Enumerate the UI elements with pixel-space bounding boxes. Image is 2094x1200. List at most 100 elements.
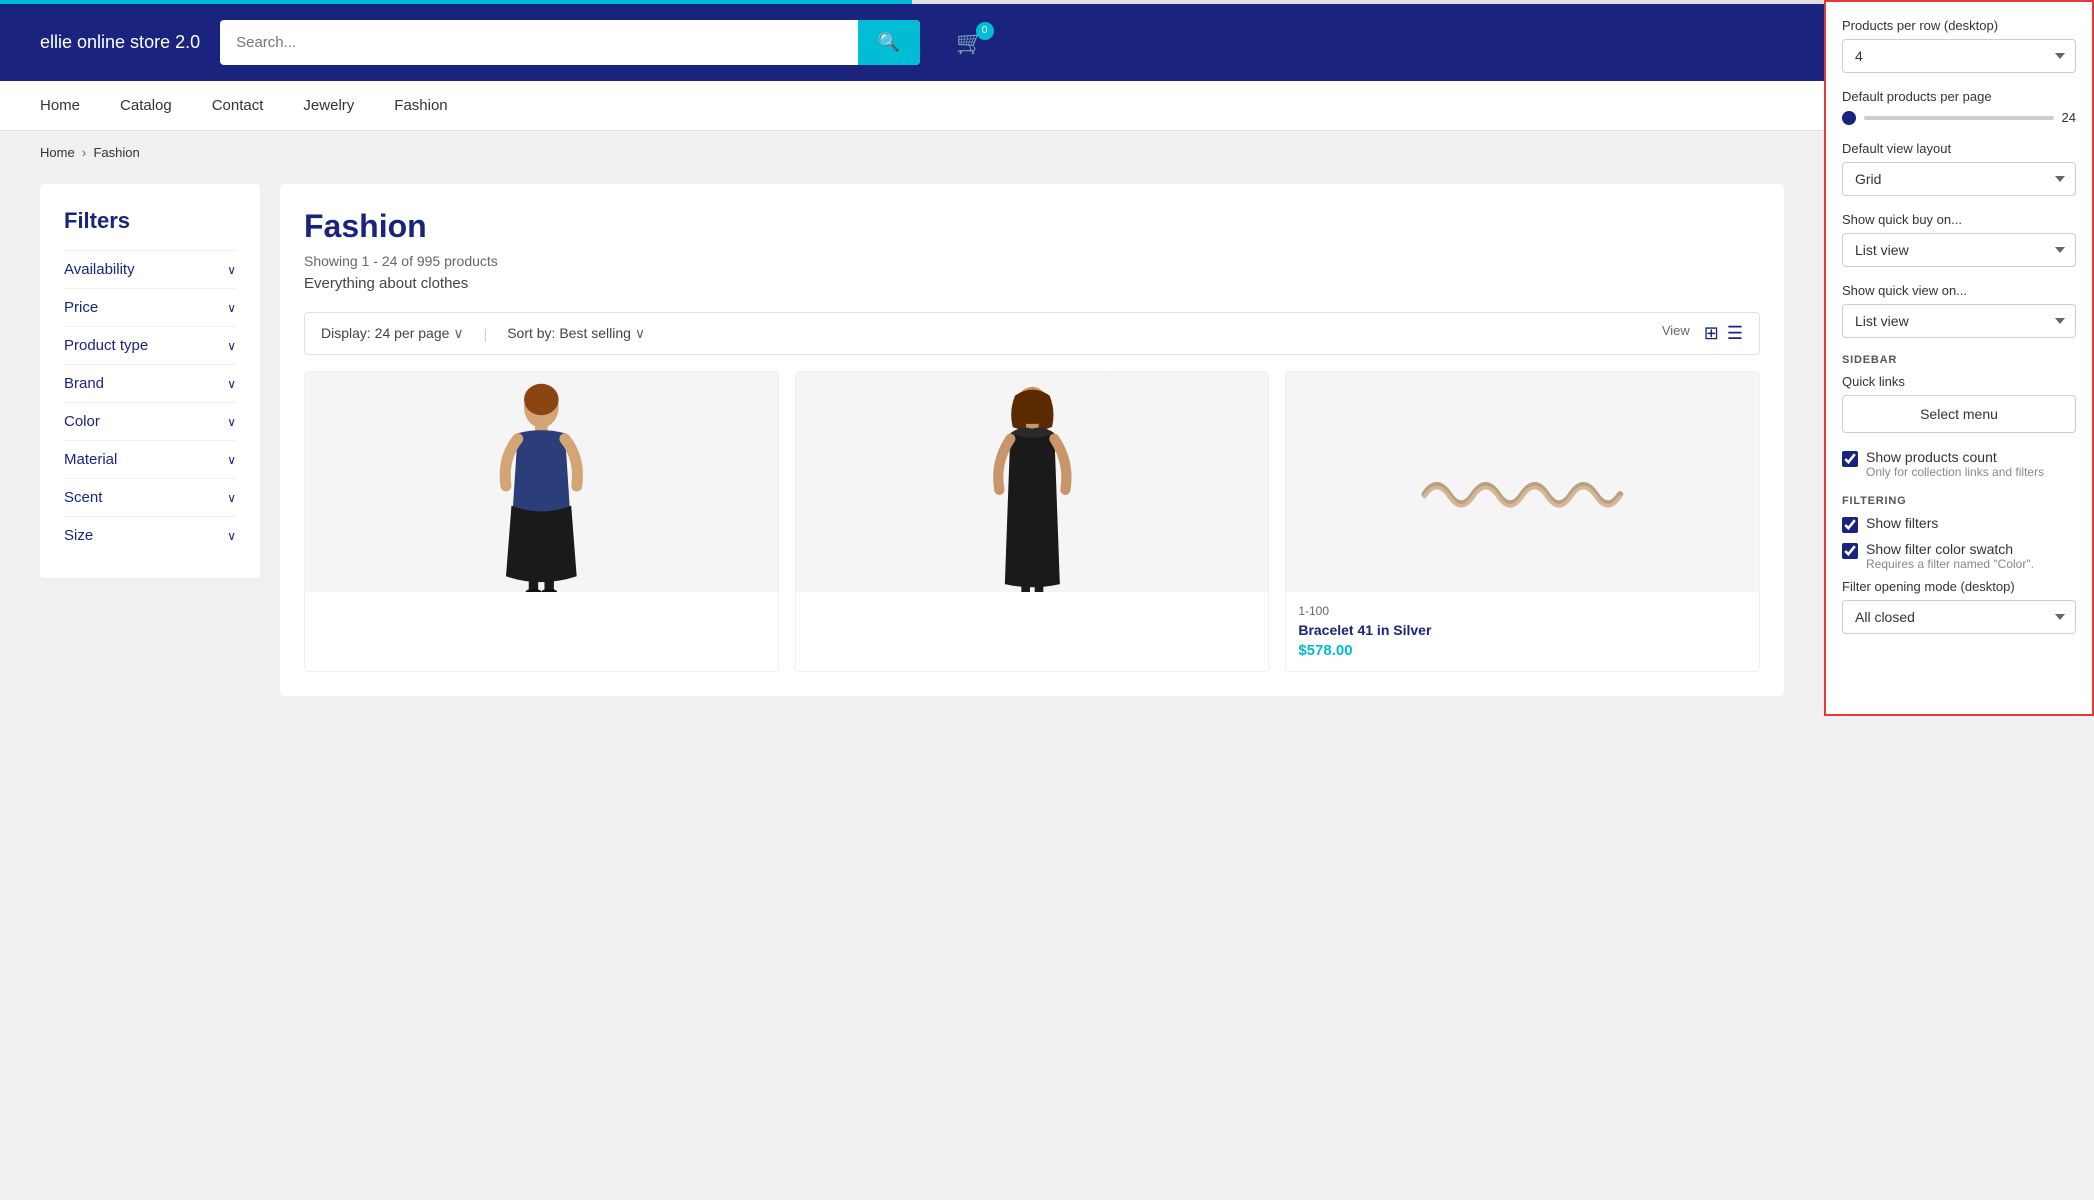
grid-view-icon[interactable]: ⊞ (1704, 323, 1719, 344)
filters-title: Filters (64, 208, 236, 234)
show-filter-color-swatch-label: Show filter color swatch (1866, 541, 2034, 557)
view-icons: View ⊞ ☰ (1662, 323, 1743, 344)
filter-opening-mode-label: Filter opening mode (desktop) (1842, 579, 2076, 594)
filter-opening-mode-select[interactable]: All closed All open First open (1842, 600, 2076, 634)
filter-product-type-label: Product type (64, 337, 148, 354)
show-products-count-label: Show products count (1866, 449, 2044, 465)
nav-catalog[interactable]: Catalog (120, 81, 172, 130)
search-bar: 🔍 (220, 20, 920, 65)
sort-label[interactable]: Sort by: Best selling ∨ (507, 325, 645, 342)
slider-thumb (1842, 111, 1856, 125)
display-label[interactable]: Display: 24 per page ∨ (321, 325, 464, 342)
breadcrumb-home[interactable]: Home (40, 145, 75, 160)
show-filters-label: Show filters (1866, 515, 1938, 531)
show-products-count-row: Show products count Only for collection … (1842, 449, 2076, 479)
show-filters-row: Show filters (1842, 515, 2076, 533)
store-header: ellie online store 2.0 🔍 🛒 0 (0, 4, 1824, 81)
filter-color-chevron: ∨ (227, 415, 236, 429)
filter-availability-label: Availability (64, 261, 135, 278)
filter-material-chevron: ∨ (227, 453, 236, 467)
filter-price[interactable]: Price ∨ (64, 288, 236, 326)
filter-opening-mode-group: Filter opening mode (desktop) All closed… (1842, 579, 2076, 634)
breadcrumb: Home › Fashion (0, 131, 1824, 174)
list-view-icon[interactable]: ☰ (1727, 323, 1743, 344)
slider-row: 24 (1842, 110, 2076, 125)
product-name-3[interactable]: Bracelet 41 in Silver (1298, 622, 1747, 638)
filter-color[interactable]: Color ∨ (64, 402, 236, 440)
nav-fashion[interactable]: Fashion (394, 81, 447, 130)
show-filter-color-swatch-row: Show filter color swatch Requires a filt… (1842, 541, 2076, 571)
product-image-3 (1286, 372, 1759, 592)
select-menu-button[interactable]: Select menu (1842, 395, 2076, 433)
quick-view-group: Show quick view on... List view All view… (1842, 283, 2076, 338)
quick-buy-label: Show quick buy on... (1842, 212, 2076, 227)
show-products-count-text: Show products count Only for collection … (1866, 449, 2044, 479)
show-filters-checkbox[interactable] (1842, 517, 1858, 533)
filter-color-label: Color (64, 413, 100, 430)
view-label: View (1662, 323, 1690, 344)
product-image-1 (305, 372, 778, 592)
filter-brand-label: Brand (64, 375, 104, 392)
default-per-page-group: Default products per page 24 (1842, 89, 2076, 125)
products-count: Showing 1 - 24 of 995 products (304, 253, 1760, 269)
products-per-row-group: Products per row (desktop) 4 2 3 5 (1842, 18, 2076, 73)
nav-jewelry[interactable]: Jewelry (303, 81, 354, 130)
filter-product-type[interactable]: Product type ∨ (64, 326, 236, 364)
filter-scent-label: Scent (64, 489, 102, 506)
default-view-group: Default view layout Grid List (1842, 141, 2076, 196)
quick-links-group: Quick links Select menu (1842, 374, 2076, 433)
show-filter-color-swatch-sublabel: Requires a filter named "Color". (1866, 557, 2034, 571)
filtering-section-header: FILTERING (1842, 495, 2076, 507)
product-num-3: 1-100 (1298, 604, 1747, 618)
search-button[interactable]: 🔍 (858, 20, 920, 65)
show-products-count-checkbox[interactable] (1842, 451, 1858, 467)
product-card-1[interactable] (304, 371, 779, 672)
sidebar-section-header: SIDEBAR (1842, 354, 2076, 366)
filter-material-label: Material (64, 451, 117, 468)
product-card-2[interactable] (795, 371, 1270, 672)
show-filter-color-swatch-text: Show filter color swatch Requires a filt… (1866, 541, 2034, 571)
filter-scent[interactable]: Scent ∨ (64, 478, 236, 516)
toolbar-divider1: | (484, 326, 488, 342)
products-title: Fashion (304, 208, 1760, 245)
nav-contact[interactable]: Contact (212, 81, 264, 130)
quick-view-select[interactable]: List view All views None (1842, 304, 2076, 338)
page-body: Filters Availability ∨ Price ∨ Product t… (0, 174, 1824, 716)
default-view-label: Default view layout (1842, 141, 2076, 156)
filter-size-chevron: ∨ (227, 529, 236, 543)
filter-availability[interactable]: Availability ∨ (64, 250, 236, 288)
filter-product-type-chevron: ∨ (227, 339, 236, 353)
nav-home[interactable]: Home (40, 81, 80, 130)
default-per-page-label: Default products per page (1842, 89, 2076, 104)
store-nav: Home Catalog Contact Jewelry Fashion (0, 81, 1824, 131)
products-per-row-select[interactable]: 4 2 3 5 (1842, 39, 2076, 73)
settings-panel: Products per row (desktop) 4 2 3 5 Defau… (1824, 0, 2094, 716)
product-card-3[interactable]: 1-100 Bracelet 41 in Silver $578.00 (1285, 371, 1760, 672)
filter-size-label: Size (64, 527, 93, 544)
product-info-3: 1-100 Bracelet 41 in Silver $578.00 (1286, 592, 1759, 671)
show-filter-color-swatch-checkbox[interactable] (1842, 543, 1858, 559)
filter-scent-chevron: ∨ (227, 491, 236, 505)
products-area: Fashion Showing 1 - 24 of 995 products E… (280, 184, 1784, 696)
filter-brand[interactable]: Brand ∨ (64, 364, 236, 402)
quick-buy-group: Show quick buy on... List view All views… (1842, 212, 2076, 267)
filter-brand-chevron: ∨ (227, 377, 236, 391)
breadcrumb-current: Fashion (93, 145, 139, 160)
products-grid: 1-100 Bracelet 41 in Silver $578.00 (304, 371, 1760, 672)
store-logo: ellie online store 2.0 (40, 32, 200, 53)
cart-badge: 0 (976, 22, 994, 40)
quick-buy-select[interactable]: List view All views None (1842, 233, 2076, 267)
quick-view-label: Show quick view on... (1842, 283, 2076, 298)
products-toolbar: Display: 24 per page ∨ | Sort by: Best s… (304, 312, 1760, 355)
product-price-3: $578.00 (1298, 642, 1747, 659)
products-per-row-label: Products per row (desktop) (1842, 18, 2076, 33)
filter-material[interactable]: Material ∨ (64, 440, 236, 478)
product-info-1 (305, 592, 778, 616)
default-view-select[interactable]: Grid List (1842, 162, 2076, 196)
filter-size[interactable]: Size ∨ (64, 516, 236, 554)
product-image-2 (796, 372, 1269, 592)
search-input[interactable] (220, 22, 858, 63)
slider-track[interactable] (1864, 116, 2054, 120)
product-info-2 (796, 592, 1269, 616)
cart-icon[interactable]: 🛒 0 (956, 30, 983, 56)
